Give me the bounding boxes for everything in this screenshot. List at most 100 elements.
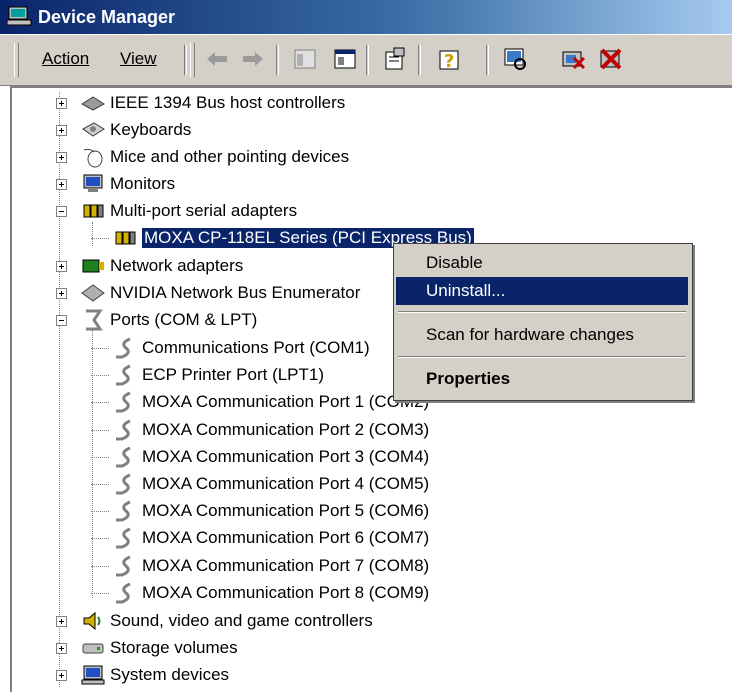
speaker-icon [83, 611, 101, 631]
expand-button[interactable] [56, 98, 67, 109]
tree-line [91, 593, 109, 594]
tree-item-label: NVIDIA Network Bus Enumerator [110, 283, 361, 302]
expand-button[interactable] [56, 643, 67, 654]
tree-item-label: MOXA Communication Port 8 (COM9) [142, 583, 430, 602]
expand-button[interactable] [56, 152, 67, 163]
menu-item-scan-hardware[interactable]: Scan for hardware changes [396, 321, 688, 349]
tree-item-moxa-port-5[interactable]: MOXA Communication Port 5 (COM6) [91, 498, 430, 524]
tree-item-multiport[interactable]: Multi-port serial adapters [56, 198, 298, 224]
tree-item-label: Communications Port (COM1) [142, 338, 370, 357]
tree-item-moxa-port-8[interactable]: MOXA Communication Port 8 (COM9) [91, 580, 430, 606]
menu-action-label: Action [42, 49, 90, 68]
tree-item-label: Network adapters [110, 256, 244, 275]
expand-button[interactable] [56, 288, 67, 299]
help-icon[interactable]: ? [436, 46, 462, 72]
tree-item-ieee1394[interactable]: IEEE 1394 Bus host controllers [56, 90, 346, 116]
port-icon [116, 391, 131, 413]
serial-adapter-icon [115, 231, 136, 245]
tree-item-label: Sound, video and game controllers [110, 611, 373, 630]
tree-item-label: MOXA Communication Port 1 (COM2) [142, 392, 430, 411]
context-menu: Disable Uninstall... Scan for hardware c… [393, 243, 693, 401]
serial-adapter-icon [83, 204, 104, 218]
tree-item-label: MOXA Communication Port 4 (COM5) [142, 474, 430, 493]
menu-item-disable[interactable]: Disable [396, 249, 688, 277]
tree-line [91, 238, 109, 239]
bus-enumerator-icon [81, 284, 105, 302]
tree-line [91, 402, 109, 403]
monitor-icon [83, 174, 103, 192]
tree-item-moxa-port-4[interactable]: MOXA Communication Port 4 (COM5) [91, 471, 430, 497]
tree-line [92, 222, 93, 246]
window-title: Device Manager [38, 7, 176, 27]
tree-line [91, 457, 109, 458]
tree-item-sound[interactable]: Sound, video and game controllers [56, 608, 373, 634]
tree-item-label: MOXA Communication Port 7 (COM8) [142, 556, 430, 575]
port-icon [86, 309, 103, 331]
tree-item-monitors[interactable]: Monitors [56, 171, 175, 197]
tree-item-label: IEEE 1394 Bus host controllers [110, 93, 346, 112]
device-manager-icon [6, 6, 32, 26]
menu-item-properties[interactable]: Properties [396, 365, 688, 393]
console-icon[interactable] [332, 46, 358, 72]
tree-item-system-devices[interactable]: System devices [56, 662, 229, 688]
tree-item-label: Multi-port serial adapters [110, 201, 298, 220]
menu-view[interactable]: View [120, 49, 157, 69]
show-hide-tree-icon[interactable] [292, 46, 318, 72]
expand-button[interactable] [56, 616, 67, 627]
tree-item-label: ECP Printer Port (LPT1) [142, 365, 325, 384]
tree-item-com1[interactable]: Communications Port (COM1) [91, 335, 370, 361]
tree-item-moxa-port-1[interactable]: MOXA Communication Port 1 (COM2) [91, 389, 430, 415]
tree-item-label: MOXA Communication Port 5 (COM6) [142, 501, 430, 520]
port-icon [116, 473, 131, 495]
toolbar-grip[interactable] [190, 43, 195, 77]
tree-item-network-adapters[interactable]: Network adapters [56, 253, 244, 279]
tree-line [91, 348, 109, 349]
port-icon [116, 337, 131, 359]
properties-icon[interactable] [382, 46, 408, 72]
tree-item-ports[interactable]: Ports (COM & LPT) [56, 307, 258, 333]
tree-line [92, 330, 93, 598]
menu-view-label: View [120, 49, 157, 68]
tree-item-label: Storage volumes [110, 638, 238, 657]
tree-item-label: MOXA Communication Port 3 (COM4) [142, 447, 430, 466]
tree-item-nvidia[interactable]: NVIDIA Network Bus Enumerator [56, 280, 361, 306]
expand-button[interactable] [56, 179, 67, 190]
back-icon[interactable] [204, 46, 230, 72]
keyboard-icon [82, 122, 105, 137]
expand-button[interactable] [56, 261, 67, 272]
scan-hardware-icon[interactable] [502, 46, 528, 72]
collapse-button[interactable] [56, 206, 67, 217]
toolbar-grip[interactable] [14, 43, 19, 77]
tree-item-storage-volumes[interactable]: Storage volumes [56, 635, 238, 661]
menu-action[interactable]: Action [42, 49, 89, 69]
tree-line [91, 484, 109, 485]
disable-icon[interactable] [598, 46, 624, 72]
tree-line [91, 375, 109, 376]
uninstall-icon[interactable] [560, 46, 586, 72]
tree-item-moxa-port-3[interactable]: MOXA Communication Port 3 (COM4) [91, 444, 430, 470]
port-icon [116, 419, 131, 441]
toolbar: Action View ? [0, 34, 732, 86]
tree-item-moxa-port-2[interactable]: MOXA Communication Port 2 (COM3) [91, 417, 429, 443]
tree-line [91, 538, 109, 539]
storage-volume-icon [82, 643, 104, 654]
title-bar: Device Manager [0, 0, 732, 34]
tree-item-moxa-port-7[interactable]: MOXA Communication Port 7 (COM8) [91, 553, 430, 579]
tree-item-mice[interactable]: Mice and other pointing devices [56, 144, 349, 170]
toolbar-separator [184, 45, 187, 75]
expand-button[interactable] [56, 125, 67, 136]
toolbar-separator [486, 45, 489, 75]
tree-item-keyboards[interactable]: Keyboards [56, 117, 191, 143]
expand-button[interactable] [56, 670, 67, 681]
forward-icon[interactable] [240, 46, 266, 72]
tree-line [91, 430, 109, 431]
tree-item-lpt1[interactable]: ECP Printer Port (LPT1) [91, 362, 325, 388]
toolbar-separator [366, 45, 369, 75]
menu-separator [398, 356, 686, 358]
menu-item-uninstall[interactable]: Uninstall... [396, 277, 688, 305]
tree-item-label: Ports (COM & LPT) [110, 310, 258, 329]
svg-text:?: ? [444, 51, 454, 72]
collapse-button[interactable] [56, 315, 67, 326]
tree-item-moxa-port-6[interactable]: MOXA Communication Port 6 (COM7) [91, 525, 429, 551]
mouse-icon [83, 148, 103, 168]
